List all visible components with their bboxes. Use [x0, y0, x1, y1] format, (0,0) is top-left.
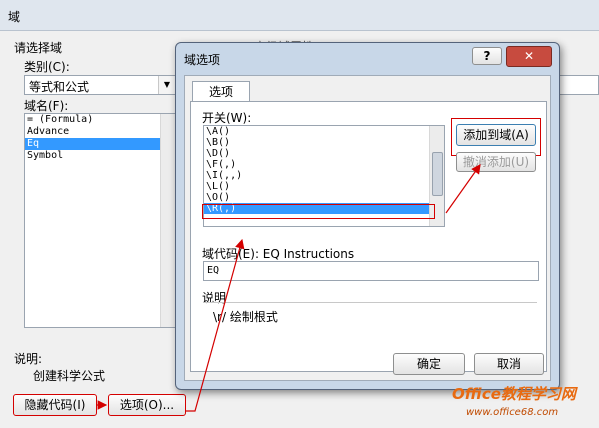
- watermark-logo: Office教程学习网 www.office68.com: [448, 377, 599, 428]
- watermark-line1: Office教程学习网: [452, 385, 576, 403]
- arrow-switch-to-add: [445, 164, 481, 214]
- arrow-options-to-switch: [186, 238, 245, 412]
- watermark-line2: www.office68.com: [466, 407, 559, 418]
- annotation-arrows: [97, 164, 481, 412]
